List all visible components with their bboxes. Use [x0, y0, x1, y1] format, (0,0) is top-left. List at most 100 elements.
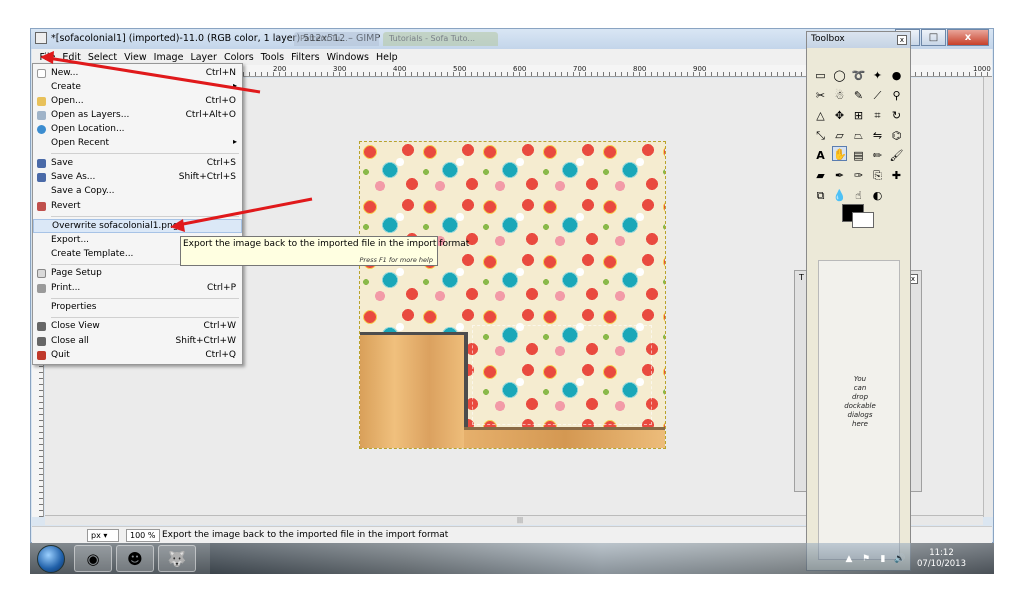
toolbox-title[interactable]: Toolbox [807, 32, 910, 48]
dodge-burn-icon[interactable]: ◐ [870, 188, 885, 203]
menu-item-open-as-layers[interactable]: Open as Layers... Ctrl+Alt+O [33, 109, 242, 123]
color-picker-icon[interactable]: ⟋ [870, 88, 885, 103]
menu-filters[interactable]: Filters [288, 52, 323, 63]
menu-image[interactable]: Image [150, 52, 187, 63]
wood-strip [464, 427, 665, 448]
gimp-icon[interactable]: 🐺 [158, 545, 196, 572]
menu-item-open-recent[interactable]: Open Recent ▸ [33, 137, 242, 151]
rotate-icon[interactable]: ↻ [889, 108, 904, 123]
background-tab: Pattern Tu... [294, 32, 379, 46]
open-folder-icon [37, 97, 46, 106]
flag-icon[interactable]: ⚑ [860, 554, 872, 564]
menu-item-close-all[interactable]: Close all Shift+Ctrl+W [33, 335, 242, 349]
foreground-select-icon[interactable]: ☃ [832, 88, 847, 103]
close-view-icon [37, 322, 46, 331]
menu-help[interactable]: Help [373, 52, 402, 63]
airbrush-icon[interactable]: ✒ [832, 168, 847, 183]
system-tray: ▲ ⚑ ▮ 🔊 11:12 07/10/2013 [843, 547, 986, 571]
menu-colors[interactable]: Colors [220, 52, 257, 63]
scale-icon[interactable]: ⤡ [813, 128, 828, 143]
windows-start-icon[interactable] [37, 545, 65, 573]
clock[interactable]: 11:12 07/10/2013 [917, 548, 966, 570]
flip-icon[interactable]: ⇋ [870, 128, 885, 143]
crop-icon[interactable]: ⌗ [870, 108, 885, 123]
menu-item-properties[interactable]: Properties [33, 301, 242, 315]
menu-item-open[interactable]: Open... Ctrl+O [33, 95, 242, 109]
perspective-icon[interactable]: ⏢ [851, 128, 866, 143]
zoom-value: 100 % [130, 531, 156, 540]
scroll-grip-icon[interactable]: ||| [517, 517, 527, 524]
bucket-fill-icon[interactable]: ✋ [832, 146, 847, 161]
ruler-label: 300 [333, 65, 347, 73]
menu-file[interactable]: File [36, 52, 59, 63]
volume-icon[interactable]: 🔊 [894, 554, 906, 564]
unit-select[interactable]: px ▾ [87, 529, 119, 542]
rect-select-icon[interactable]: ▭ [813, 68, 828, 83]
blur-icon[interactable]: 💧 [832, 188, 847, 203]
image-canvas[interactable] [359, 141, 666, 449]
dock-drop-area[interactable]: You can drop dockable dialogs here [818, 260, 900, 560]
vertical-scrollbar[interactable] [983, 77, 993, 517]
menu-item-overwrite[interactable]: Overwrite sofacolonial1.png [33, 219, 242, 233]
menu-tools[interactable]: Tools [257, 52, 287, 63]
paintbrush-icon[interactable]: 🖌 [889, 148, 904, 163]
menu-item-save[interactable]: Save Ctrl+S [33, 157, 242, 171]
menu-select[interactable]: Select [84, 52, 120, 63]
maximize-button[interactable]: □ [921, 29, 946, 46]
wood-panel [360, 332, 468, 448]
menu-item-create[interactable]: Create ▸ [33, 81, 242, 95]
menu-item-save-as[interactable]: Save As... Shift+Ctrl+S [33, 171, 242, 185]
close-icon[interactable]: x [897, 35, 907, 45]
lasso-icon[interactable]: ➰ [851, 68, 866, 83]
eraser-icon[interactable]: ▰ [813, 168, 828, 183]
move-icon[interactable]: ✥ [832, 108, 847, 123]
clone-icon[interactable]: ⎘ [870, 168, 885, 183]
background-color-swatch[interactable] [852, 212, 874, 228]
shear-icon[interactable]: ▱ [832, 128, 847, 143]
color-select-icon[interactable]: ● [889, 68, 904, 83]
smudge-icon[interactable]: ☝ [851, 188, 866, 203]
print-icon [37, 284, 46, 293]
menu-layer[interactable]: Layer [187, 52, 221, 63]
network-icon[interactable]: ▮ [877, 554, 889, 564]
menu-windows[interactable]: Windows [323, 52, 372, 63]
menu-item-close-view[interactable]: Close View Ctrl+W [33, 320, 242, 334]
quit-icon [37, 351, 46, 360]
ellipse-select-icon[interactable]: ◯ [832, 68, 847, 83]
open-layers-icon [37, 111, 46, 120]
menu-item-save-a-copy[interactable]: Save a Copy... [33, 185, 242, 199]
paths-icon[interactable]: ✎ [851, 88, 866, 103]
fuzzy-select-icon[interactable]: ✦ [870, 68, 885, 83]
measure-icon[interactable]: △ [813, 108, 828, 123]
menu-item-page-setup[interactable]: Page Setup [33, 267, 242, 281]
pencil-icon[interactable]: ✏ [870, 148, 885, 163]
menu-item-revert[interactable]: Revert [33, 200, 242, 214]
ruler-label: 200 [273, 65, 287, 73]
menu-separator [51, 317, 239, 318]
dock-hint: You can drop dockable dialogs here [844, 375, 876, 428]
chrome-icon[interactable]: ◉ [74, 545, 112, 572]
menu-item-new[interactable]: New... Ctrl+N [33, 67, 242, 81]
scissors-icon[interactable]: ✂ [813, 88, 828, 103]
menu-item-open-location[interactable]: Open Location... [33, 123, 242, 137]
taskbar: ◉ ☻ 🐺 ▲ ⚑ ▮ 🔊 11:12 07/10/2013 [30, 543, 994, 574]
ink-icon[interactable]: ✑ [851, 168, 866, 183]
zoom-icon[interactable]: ⚲ [889, 88, 904, 103]
clock-time: 11:12 [929, 548, 954, 558]
menu-item-quit[interactable]: Quit Ctrl+Q [33, 349, 242, 363]
cage-icon[interactable]: ⌬ [889, 128, 904, 143]
menu-view[interactable]: View [121, 52, 151, 63]
heal-icon[interactable]: ✚ [889, 168, 904, 183]
menu-item-print[interactable]: Print... Ctrl+P [33, 282, 242, 296]
ruler-label: 800 [633, 65, 647, 73]
tray-expand-icon[interactable]: ▲ [843, 554, 855, 564]
menu-separator [51, 298, 239, 299]
menu-edit[interactable]: Edit [59, 52, 84, 63]
gimp-tool-icon[interactable]: ☻ [116, 545, 154, 572]
zoom-select[interactable]: 100 % [126, 529, 160, 542]
close-button[interactable]: x [947, 29, 989, 46]
perspective-clone-icon[interactable]: ⧉ [813, 188, 828, 203]
text-tool-icon[interactable]: A [813, 148, 828, 163]
blend-icon[interactable]: ▤ [851, 148, 866, 163]
align-icon[interactable]: ⊞ [851, 108, 866, 123]
